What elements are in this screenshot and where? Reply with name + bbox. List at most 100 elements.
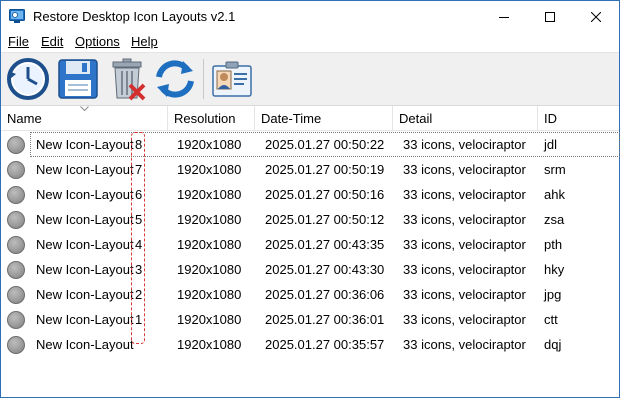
table-row[interactable]: New Icon-Layout 2 1920x1080 2025.01.27 0… — [1, 282, 619, 307]
column-header-name-label: Name — [7, 111, 42, 126]
row-datetime: 2025.01.27 00:50:22 — [265, 137, 385, 152]
sort-descending-icon — [80, 106, 89, 111]
row-name: New Icon-Layout — [36, 162, 134, 177]
table-row[interactable]: New Icon-Layout 1 1920x1080 2025.01.27 0… — [1, 307, 619, 332]
row-detail: 33 icons, velociraptor — [403, 162, 526, 177]
menu-help-label: Help — [131, 34, 158, 49]
row-datetime: 2025.01.27 00:36:06 — [265, 287, 385, 302]
window-title: Restore Desktop Icon Layouts v2.1 — [33, 9, 236, 24]
row-detail: 33 icons, velociraptor — [403, 262, 526, 277]
number-highlight-annotation — [131, 132, 145, 344]
row-resolution: 1920x1080 — [177, 312, 242, 327]
table-row[interactable]: New Icon-Layout 1920x1080 2025.01.27 00:… — [1, 332, 619, 357]
minimize-button[interactable] — [481, 1, 527, 32]
column-header-id-label: ID — [544, 111, 557, 126]
row-name: New Icon-Layout — [36, 337, 134, 352]
row-id: hky — [544, 262, 565, 277]
row-name: New Icon-Layout — [36, 212, 134, 227]
layout-status-icon — [7, 161, 25, 179]
app-window: Restore Desktop Icon Layouts v2.1 File E… — [0, 0, 620, 398]
row-id: jpg — [544, 287, 562, 302]
clock-restore-icon[interactable] — [6, 57, 50, 101]
table-row[interactable]: New Icon-Layout 7 1920x1080 2025.01.27 0… — [1, 157, 619, 182]
row-detail: 33 icons, velociraptor — [403, 212, 526, 227]
table-row[interactable]: New Icon-Layout 5 1920x1080 2025.01.27 0… — [1, 207, 619, 232]
table-row[interactable]: New Icon-Layout 4 1920x1080 2025.01.27 0… — [1, 232, 619, 257]
app-icon — [9, 9, 25, 23]
row-resolution: 1920x1080 — [177, 137, 242, 152]
maximize-button[interactable] — [527, 1, 573, 32]
row-resolution: 1920x1080 — [177, 237, 242, 252]
layout-status-icon — [7, 136, 25, 154]
row-name: New Icon-Layout — [36, 262, 134, 277]
list-header: Name Resolution Date-Time Detail ID — [1, 106, 619, 131]
column-header-datetime[interactable]: Date-Time — [255, 106, 393, 131]
row-name: New Icon-Layout — [36, 137, 134, 152]
id-card-icon[interactable] — [210, 57, 254, 101]
close-button[interactable] — [573, 1, 619, 32]
row-id: pth — [544, 237, 563, 252]
row-detail: 33 icons, velociraptor — [403, 237, 526, 252]
row-datetime: 2025.01.27 00:43:35 — [265, 237, 385, 252]
row-name: New Icon-Layout — [36, 287, 134, 302]
toolbar-separator — [203, 59, 204, 99]
layout-status-icon — [7, 261, 25, 279]
menu-options[interactable]: Options — [75, 34, 120, 49]
column-header-id[interactable]: ID — [538, 106, 619, 131]
row-name: New Icon-Layout — [36, 312, 134, 327]
menu-file[interactable]: File — [8, 34, 29, 49]
maximize-icon — [545, 11, 555, 22]
column-header-datetime-label: Date-Time — [261, 111, 322, 126]
layout-status-icon — [7, 236, 25, 254]
row-id: ctt — [544, 312, 558, 327]
table-row[interactable]: New Icon-Layout 8 1920x1080 2025.01.27 0… — [1, 132, 620, 157]
row-resolution: 1920x1080 — [177, 287, 242, 302]
column-header-resolution[interactable]: Resolution — [168, 106, 255, 131]
row-id: dqj — [544, 337, 562, 352]
save-icon[interactable] — [56, 57, 100, 101]
row-datetime: 2025.01.27 00:50:16 — [265, 187, 385, 202]
row-detail: 33 icons, velociraptor — [403, 312, 526, 327]
row-name: New Icon-Layout — [36, 187, 134, 202]
column-header-detail-label: Detail — [399, 111, 433, 126]
menu-options-label: Options — [75, 34, 120, 49]
layout-status-icon — [7, 311, 25, 329]
title-bar[interactable]: Restore Desktop Icon Layouts v2.1 — [1, 1, 619, 32]
row-resolution: 1920x1080 — [177, 187, 242, 202]
table-row[interactable]: New Icon-Layout 3 1920x1080 2025.01.27 0… — [1, 257, 619, 282]
row-id: jdl — [544, 137, 558, 152]
row-resolution: 1920x1080 — [177, 262, 242, 277]
delete-icon[interactable] — [106, 57, 150, 101]
column-header-resolution-label: Resolution — [174, 111, 236, 126]
layout-status-icon — [7, 186, 25, 204]
row-resolution: 1920x1080 — [177, 212, 242, 227]
row-datetime: 2025.01.27 00:43:30 — [265, 262, 385, 277]
row-datetime: 2025.01.27 00:35:57 — [265, 337, 385, 352]
row-id: ahk — [544, 187, 565, 202]
menu-edit-label: Edit — [41, 34, 64, 49]
row-resolution: 1920x1080 — [177, 162, 242, 177]
row-detail: 33 icons, velociraptor — [403, 287, 526, 302]
row-datetime: 2025.01.27 00:36:01 — [265, 312, 385, 327]
menu-help[interactable]: Help — [131, 34, 158, 49]
row-datetime: 2025.01.27 00:50:12 — [265, 212, 385, 227]
close-icon — [591, 11, 601, 22]
minimize-icon — [499, 16, 509, 18]
menu-file-label: File — [8, 34, 29, 49]
layout-status-icon — [7, 286, 25, 304]
row-detail: 33 icons, velociraptor — [403, 137, 526, 152]
layout-list[interactable]: Name Resolution Date-Time Detail ID New … — [1, 105, 620, 397]
toolbar — [1, 52, 619, 111]
menu-edit[interactable]: Edit — [41, 34, 63, 49]
row-name: New Icon-Layout — [36, 237, 134, 252]
row-id: zsa — [544, 212, 565, 227]
table-row[interactable]: New Icon-Layout 6 1920x1080 2025.01.27 0… — [1, 182, 619, 207]
refresh-icon[interactable] — [153, 57, 197, 101]
row-detail: 33 icons, velociraptor — [403, 337, 526, 352]
row-resolution: 1920x1080 — [177, 337, 242, 352]
column-header-detail[interactable]: Detail — [393, 106, 538, 131]
menu-bar: File Edit Options Help — [1, 32, 619, 52]
layout-status-icon — [7, 211, 25, 229]
row-detail: 33 icons, velociraptor — [403, 187, 526, 202]
row-datetime: 2025.01.27 00:50:19 — [265, 162, 385, 177]
